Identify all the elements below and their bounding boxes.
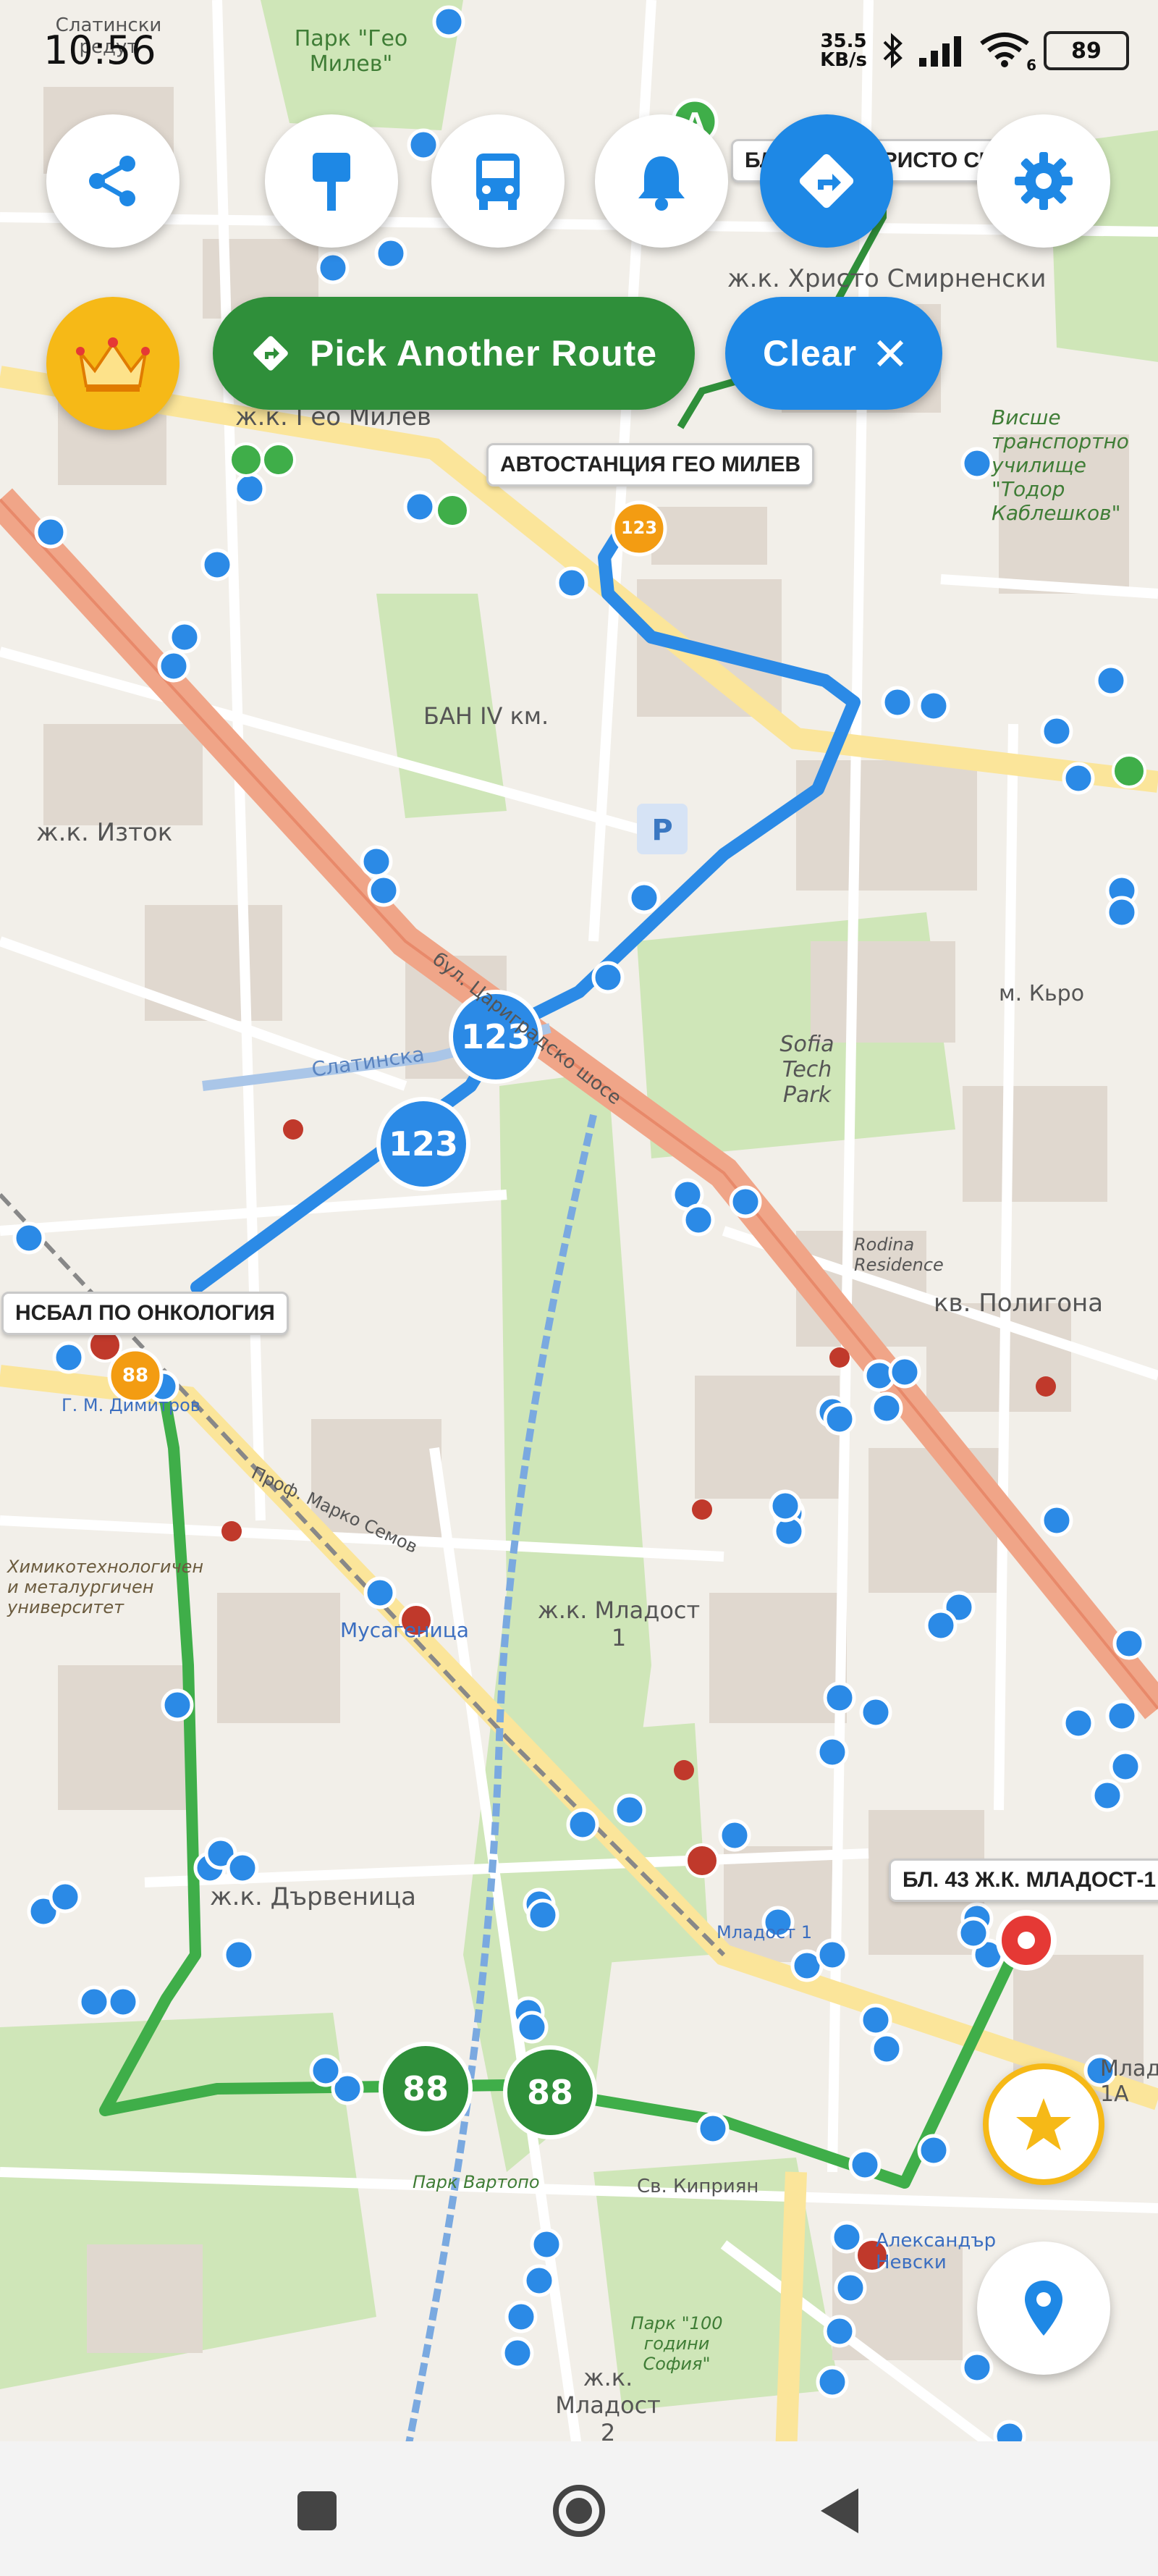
alerts-button[interactable] xyxy=(595,114,728,248)
place-poligona: кв. Полигона xyxy=(934,1289,1104,1318)
street-g-m-dimitrov: Г. М. Димитров xyxy=(62,1395,200,1415)
wifi-wrap: 6 xyxy=(979,30,1036,74)
place-mladost1a: Младост 1А xyxy=(1100,2056,1158,2107)
bus-button[interactable] xyxy=(431,114,565,248)
settings-button[interactable] xyxy=(977,114,1110,248)
my-location-button[interactable] xyxy=(977,2242,1110,2375)
place-vishe: Висше транспортно училище "Тодор Каблешк… xyxy=(992,405,1129,525)
square-icon xyxy=(297,2491,337,2530)
place-himiko: Химикотехнологичен и металургичен универ… xyxy=(7,1557,204,1617)
bus-stop-icon xyxy=(313,153,350,211)
clear-label: Clear xyxy=(763,333,858,374)
home-circle-icon xyxy=(553,2485,605,2537)
place-park-geo: Парк "Гео Милев" xyxy=(294,26,408,77)
place-al-nevski: Александър Невски xyxy=(876,2230,997,2273)
battery-indicator: 89 xyxy=(1044,31,1129,70)
back-triangle-icon xyxy=(821,2488,858,2533)
location-pin-icon xyxy=(1025,2281,1062,2336)
directions-button[interactable] xyxy=(760,114,893,248)
recent-apps-button[interactable] xyxy=(288,2482,346,2540)
destination-pin[interactable] xyxy=(996,1910,1057,1971)
wifi-icon xyxy=(980,33,1029,67)
place-rodina: Rodina Residence xyxy=(854,1234,944,1275)
parking-marker: P xyxy=(637,804,688,854)
home-button[interactable] xyxy=(550,2482,608,2540)
place-iztok: ж.к. Изток xyxy=(36,818,173,847)
place-kv-kro: м. Кьро xyxy=(999,981,1085,1006)
net-speed-unit: KB/s xyxy=(820,49,867,71)
station-mladost1: Младост 1 xyxy=(717,1922,813,1942)
stop-label-oncology[interactable]: НСБАЛ ПО ОНКОЛОГИЯ xyxy=(1,1292,289,1335)
stop-label-bus-station[interactable]: АВТОСТАНЦИЯ ГЕО МИЛЕВ xyxy=(486,443,815,487)
route-88-badge-label-1: 88 xyxy=(402,2069,449,2108)
transfer-badge-88-label: 88 xyxy=(122,1365,149,1386)
pick-another-route-label: Pick Another Route xyxy=(310,333,658,374)
crown-icon xyxy=(76,337,150,392)
place-mladost1: ж.к. Младост 1 xyxy=(537,1596,701,1651)
stop-label-destination[interactable]: БЛ. 43 Ж.К. МЛАДОСТ-1 xyxy=(889,1859,1158,1902)
net-speed: 35.5 KB/s xyxy=(820,32,867,70)
bluetooth-icon xyxy=(883,33,903,69)
close-icon xyxy=(876,340,904,367)
bell-icon xyxy=(638,156,685,211)
route-123-badge-label-2: 123 xyxy=(388,1124,459,1163)
bus-stop-button[interactable] xyxy=(265,114,398,248)
directions-icon xyxy=(253,336,288,371)
wifi-badge: 6 xyxy=(1026,56,1036,74)
pick-another-route-button[interactable]: Pick Another Route xyxy=(213,297,696,410)
transfer-badge-123-label: 123 xyxy=(620,518,658,538)
place-park-vartopo: Парк Вартопо xyxy=(413,2172,540,2192)
gear-icon xyxy=(1015,152,1073,210)
favorite-button[interactable] xyxy=(983,2063,1104,2185)
place-hristo-smir: ж.к. Христо Смирненски xyxy=(727,264,1047,293)
place-ban4: БАН IV км. xyxy=(423,702,549,730)
back-button[interactable] xyxy=(811,2482,868,2540)
place-darvenitsa: ж.к. Дървеница xyxy=(210,1882,417,1911)
clear-button[interactable]: Clear xyxy=(725,297,943,410)
signal-icon xyxy=(919,36,961,67)
directions-icon xyxy=(799,153,854,209)
premium-button[interactable] xyxy=(46,297,179,430)
bus-icon xyxy=(476,153,520,210)
share-icon xyxy=(89,156,135,206)
place-musagenitsa: Мусагеница xyxy=(340,1618,469,1642)
place-mladost2: ж.к. Младост 2 xyxy=(555,2364,661,2446)
status-time: 10:56 xyxy=(43,28,156,73)
star-icon xyxy=(1016,2098,1071,2150)
street-sv-kiprian: Св. Киприян xyxy=(637,2176,759,2197)
share-button[interactable] xyxy=(46,114,179,248)
route-88-badge-label-2: 88 xyxy=(526,2073,573,2112)
status-icons: 35.5 KB/s 6 89 xyxy=(820,30,1129,74)
system-nav-bar xyxy=(0,2441,1158,2576)
svg-text:P: P xyxy=(651,814,672,847)
place-sofia-tech: Sofia Tech Park xyxy=(779,1032,834,1108)
net-speed-value: 35.5 xyxy=(820,30,867,52)
